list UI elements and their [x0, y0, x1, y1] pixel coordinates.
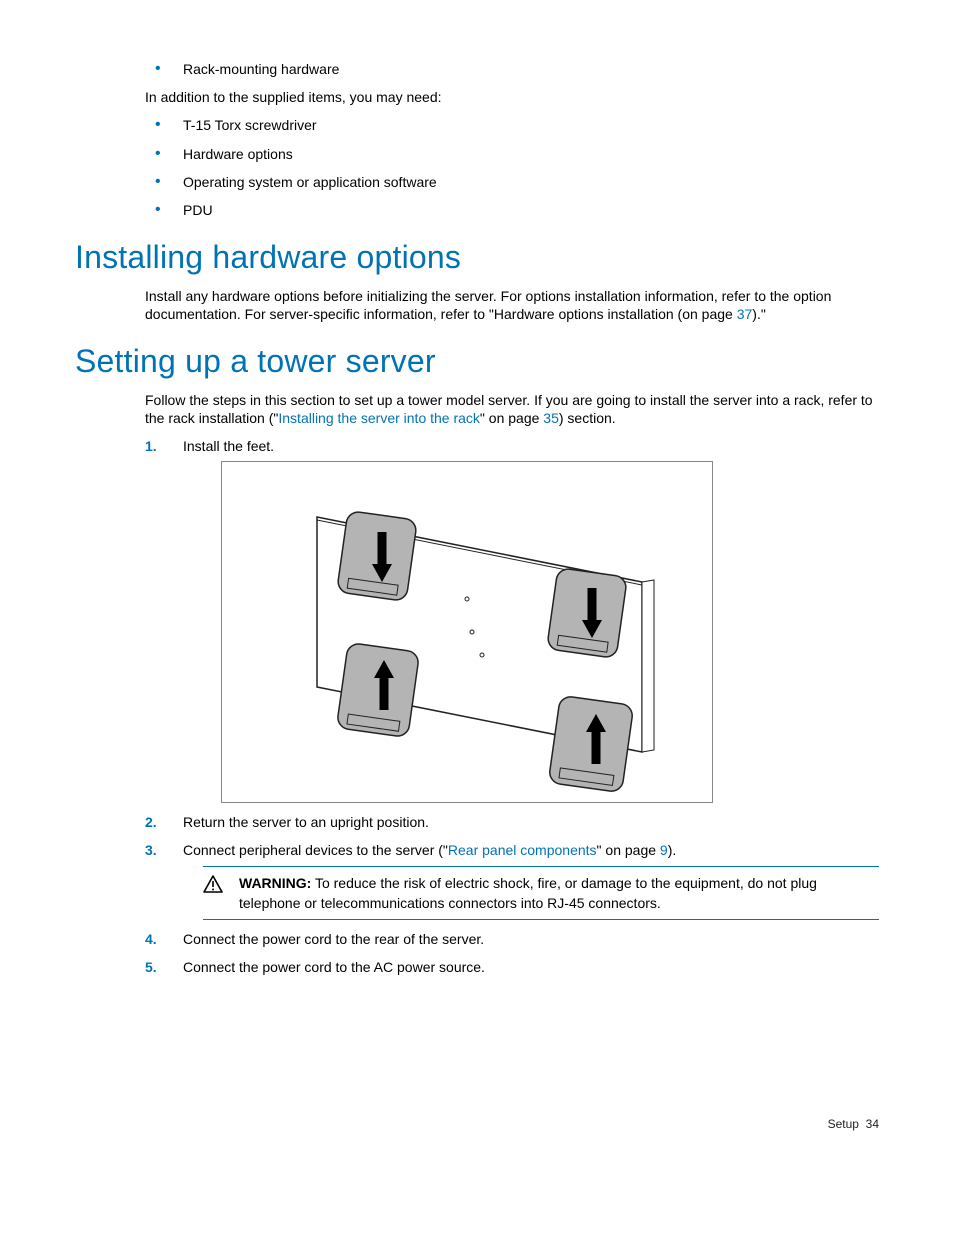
section1-body: Install any hardware options before init… [145, 287, 879, 323]
link-installing-server-into-rack[interactable]: Installing the server into the rack [278, 410, 480, 426]
step-text: Return the server to an upright position… [183, 814, 429, 830]
step-3: Connect peripheral devices to the server… [145, 841, 879, 920]
list-item: Operating system or application software [145, 173, 879, 191]
setup-steps: Install the feet. [145, 437, 879, 977]
step-text: Connect peripheral devices to the server… [183, 842, 448, 858]
list-item: Rack-mounting hardware [145, 60, 879, 78]
page-ref-9[interactable]: 9 [660, 842, 668, 858]
footer-page-number: 34 [866, 1117, 879, 1131]
list-item: T-15 Torx screwdriver [145, 116, 879, 134]
body-text: " on page [480, 410, 543, 426]
foot-bottom-right [548, 696, 634, 793]
warning-icon [203, 875, 223, 897]
step-text: " on page [597, 842, 660, 858]
warning-body: To reduce the risk of electric shock, fi… [239, 875, 817, 911]
foot-top-left [337, 511, 418, 602]
step-2: Return the server to an upright position… [145, 813, 879, 831]
body-text: Install any hardware options before init… [145, 288, 831, 322]
foot-bottom-left [336, 643, 419, 738]
step-text: Connect the power cord to the rear of th… [183, 931, 484, 947]
figure-install-feet [221, 461, 713, 803]
additional-items-intro: In addition to the supplied items, you m… [145, 88, 879, 106]
page-ref-35[interactable]: 35 [543, 410, 559, 426]
heading-setting-up-tower-server: Setting up a tower server [75, 341, 879, 383]
step-5: Connect the power cord to the AC power s… [145, 958, 879, 976]
step-text: Connect the power cord to the AC power s… [183, 959, 485, 975]
section2-intro: Follow the steps in this section to set … [145, 391, 879, 427]
warning-label: WARNING: [239, 875, 311, 891]
link-rear-panel-components[interactable]: Rear panel components [448, 842, 597, 858]
list-item: Hardware options [145, 145, 879, 163]
list-item: PDU [145, 201, 879, 219]
warning-text: WARNING: To reduce the risk of electric … [239, 873, 879, 914]
supplied-items-list: Rack-mounting hardware [145, 60, 879, 78]
heading-installing-hardware-options: Installing hardware options [75, 237, 879, 279]
page-ref-37[interactable]: 37 [737, 306, 753, 322]
page-footer: Setup 34 [75, 1117, 879, 1133]
body-text: ) section. [559, 410, 616, 426]
step-1: Install the feet. [145, 437, 879, 803]
step-4: Connect the power cord to the rear of th… [145, 930, 879, 948]
additional-items-list: T-15 Torx screwdriver Hardware options O… [145, 116, 879, 219]
body-text: )." [752, 306, 766, 322]
step-text: ). [668, 842, 677, 858]
step-text: Install the feet. [183, 438, 274, 454]
footer-section: Setup [828, 1117, 859, 1131]
warning-box: WARNING: To reduce the risk of electric … [203, 866, 879, 921]
foot-top-right [547, 568, 628, 659]
